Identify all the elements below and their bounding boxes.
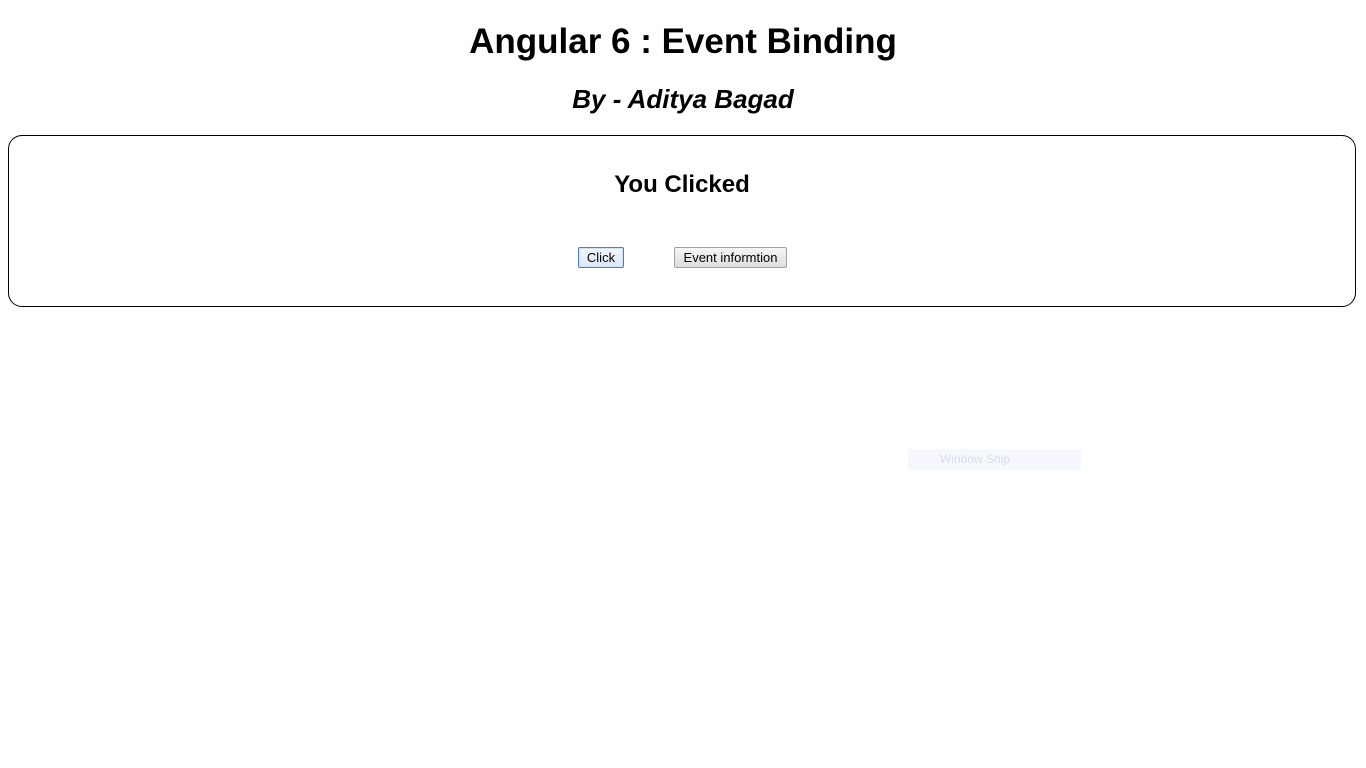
event-information-button[interactable]: Event informtion: [674, 247, 787, 268]
page-title: Angular 6 : Event Binding: [469, 22, 897, 61]
page: Angular 6 : Event Binding By - Aditya Ba…: [0, 0, 1366, 768]
author-subtitle: By - Aditya Bagad: [572, 84, 794, 114]
window-snip-tooltip: Window Snip: [908, 449, 1081, 470]
event-panel: You Clicked Click Event informtion: [8, 135, 1356, 307]
click-message: You Clicked: [614, 171, 750, 198]
click-button[interactable]: Click: [578, 247, 624, 268]
